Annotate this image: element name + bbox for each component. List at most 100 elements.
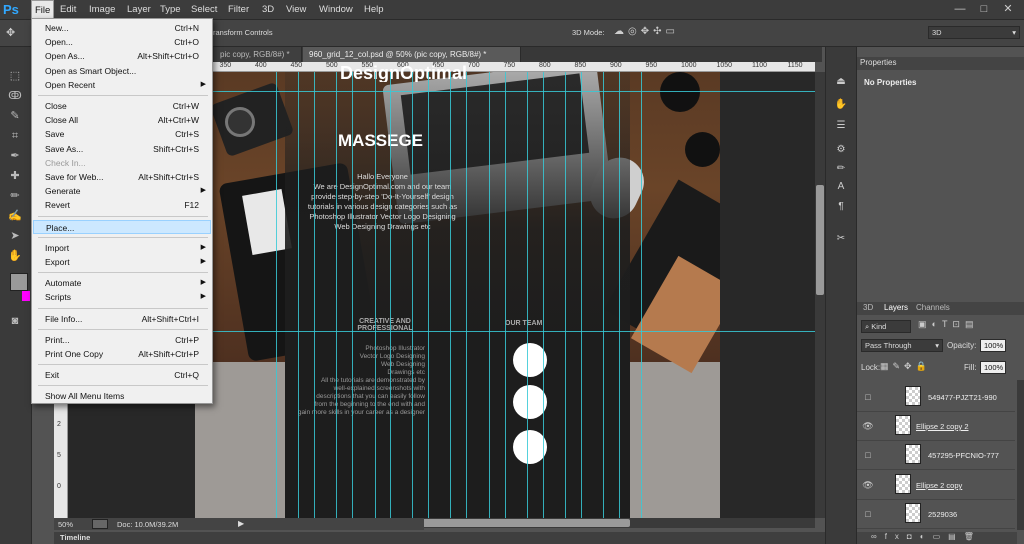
3d-mode-icons[interactable]: ☁◎✥✣▭ xyxy=(614,26,694,40)
maximize-button[interactable]: □ xyxy=(972,0,996,18)
paragraph-icon[interactable]: ¶ xyxy=(834,200,848,214)
menu-edit[interactable]: Edit xyxy=(57,0,79,20)
menu-3d[interactable]: 3D xyxy=(259,0,277,20)
properties-icon[interactable]: ⚙ xyxy=(834,143,848,157)
menu-item-print-one-copy[interactable]: Print One Copy Alt+Shift+Ctrl+P xyxy=(33,347,211,361)
menu-window[interactable]: Window xyxy=(316,0,356,20)
menu-item-show-all-menu-items[interactable]: Show All Menu Items xyxy=(33,389,211,403)
menu-item-exit[interactable]: Exit Ctrl+Q xyxy=(33,368,211,382)
menu-item-scripts[interactable]: Scripts ▶ xyxy=(33,290,211,304)
healing-brush-tool-icon[interactable]: ✚ xyxy=(7,168,23,184)
swatches-icon[interactable]: ✏ xyxy=(834,162,848,176)
grid-guide-line xyxy=(412,72,413,518)
layer-name[interactable]: 2529036 xyxy=(928,510,957,519)
tab-pic-copy[interactable]: pic copy, RGB/8#) * xyxy=(214,47,302,62)
workspace-select[interactable]: 3D ▾ xyxy=(928,26,1020,39)
lasso-tool-icon[interactable]: ↂ xyxy=(7,88,23,104)
vertical-scroll-thumb[interactable] xyxy=(816,185,824,295)
menu-item-check-in[interactable]: Check In... xyxy=(33,156,211,170)
menu-filter[interactable]: Filter xyxy=(225,0,252,20)
menu-item-close-all[interactable]: Close All Alt+Ctrl+W xyxy=(33,113,211,127)
opacity-field[interactable]: 100% xyxy=(980,339,1006,352)
menu-item-save[interactable]: Save Ctrl+S xyxy=(33,127,211,141)
layer-name[interactable]: Ellipse 2 copy xyxy=(916,481,962,490)
tools-preset-icon[interactable]: ✂ xyxy=(834,232,848,246)
eyedropper-tool-icon[interactable]: ✒ xyxy=(7,148,23,164)
status-menu-arrow-icon[interactable]: ▶ xyxy=(238,519,244,528)
layers-bottom-icons[interactable]: ∞fx◘◐▭▤🗑 xyxy=(857,532,1017,544)
menu-item-label: Open... xyxy=(45,37,73,48)
actions-icon[interactable]: ✋ xyxy=(834,98,848,112)
properties-tab[interactable]: Properties xyxy=(860,58,896,67)
horizontal-scroll-thumb[interactable] xyxy=(420,519,630,527)
character-icon[interactable]: A xyxy=(834,180,848,194)
layer-kind-filter[interactable]: ⌕ Kind xyxy=(861,320,911,333)
transform-controls-label[interactable]: ransform Controls xyxy=(213,28,273,37)
menu-item-export[interactable]: Export ▶ xyxy=(33,255,211,269)
history-icon[interactable]: ⏏ xyxy=(834,75,848,89)
quick-select-tool-icon[interactable]: ✎ xyxy=(7,108,23,124)
timeline-panel-tab[interactable]: Timeline xyxy=(54,532,834,544)
move-tool-icon[interactable]: ✥ xyxy=(6,26,20,40)
menu-item-file-info[interactable]: File Info... Alt+Shift+Ctrl+I xyxy=(33,312,211,326)
grid-guide-line xyxy=(543,72,544,518)
menu-item-save-as[interactable]: Save As... Shift+Ctrl+S xyxy=(33,142,211,156)
crop-tool-icon[interactable]: ⌗ xyxy=(7,128,23,144)
menu-item-generate[interactable]: Generate ▶ xyxy=(33,184,211,198)
visibility-toggle[interactable]: □ xyxy=(862,508,874,520)
foreground-color-swatch[interactable] xyxy=(10,273,28,291)
minimize-button[interactable]: — xyxy=(948,0,972,18)
layer-name[interactable]: 549477-PJZT21-990 xyxy=(928,393,997,402)
menu-item-label: Save for Web... xyxy=(45,172,104,182)
zoom-preview-icon[interactable] xyxy=(92,519,108,529)
tab-layers[interactable]: Layers xyxy=(884,303,908,312)
close-button[interactable]: ✕ xyxy=(996,0,1020,18)
menu-item-print[interactable]: Print... Ctrl+P xyxy=(33,333,211,347)
tab-960-grid[interactable]: 960_grid_12_col.psd @ 50% (pic copy, RGB… xyxy=(303,47,521,62)
pen-tool-icon[interactable]: ✍ xyxy=(7,208,23,224)
menu-type[interactable]: Type xyxy=(157,0,184,20)
ruler-tick-label: 500 xyxy=(326,62,338,69)
menu-view[interactable]: View xyxy=(283,0,309,20)
menu-item-save-for-web[interactable]: Save for Web... Alt+Shift+Ctrl+S xyxy=(33,170,211,184)
background-color-swatch[interactable] xyxy=(22,291,30,301)
menu-image[interactable]: Image xyxy=(86,0,118,20)
layer-name[interactable]: 457295-PFCNIO-777 xyxy=(928,451,999,460)
menu-item-open-as-smart-object[interactable]: Open as Smart Object... xyxy=(33,64,211,78)
fill-field[interactable]: 100% xyxy=(980,361,1006,374)
eye-visibility-icon[interactable]: 👁 xyxy=(862,479,874,491)
lock-icons[interactable]: ▦✎✥🔒 xyxy=(880,361,946,373)
layers-scrollbar[interactable] xyxy=(1017,380,1024,530)
menu-item-open-recent[interactable]: Open Recent ▶ xyxy=(33,78,211,92)
visibility-toggle[interactable]: □ xyxy=(862,391,874,403)
menu-item-automate[interactable]: Automate ▶ xyxy=(33,276,211,290)
menu-item-open-as[interactable]: Open As... Alt+Shift+Ctrl+O xyxy=(33,49,211,63)
menu-layer[interactable]: Layer xyxy=(124,0,154,20)
quick-mask-icon[interactable]: ◙ xyxy=(7,313,23,329)
menu-item-new[interactable]: New... Ctrl+N xyxy=(33,21,211,35)
hand-tool-icon[interactable]: ✋ xyxy=(7,248,23,264)
eye-visibility-icon[interactable]: 👁 xyxy=(862,420,874,432)
menu-help[interactable]: Help xyxy=(361,0,387,20)
menu-item-label: Scripts xyxy=(45,292,71,303)
menu-item-revert[interactable]: Revert F12 xyxy=(33,198,211,212)
brush-tool-icon[interactable]: ✏ xyxy=(7,188,23,204)
menu-item-place[interactable]: Place... xyxy=(33,219,211,234)
adjustments-icon[interactable]: ☰ xyxy=(834,119,848,133)
menu-item-label: Open As... xyxy=(45,51,85,62)
layer-filter-icons[interactable]: ▣◐T⊡▤ xyxy=(918,319,1018,333)
vertical-scrollbar[interactable] xyxy=(815,72,825,518)
marquee-tool-icon[interactable]: ⬚ xyxy=(7,68,23,84)
menu-select[interactable]: Select xyxy=(188,0,220,20)
menu-item-import[interactable]: Import ▶ xyxy=(33,241,211,255)
visibility-toggle[interactable]: □ xyxy=(862,449,874,461)
tab-3d[interactable]: 3D xyxy=(863,303,873,312)
menu-item-open[interactable]: Open... Ctrl+O xyxy=(33,35,211,49)
tab-channels[interactable]: Channels xyxy=(916,303,950,312)
menu-item-close[interactable]: Close Ctrl+W xyxy=(33,99,211,113)
path-select-tool-icon[interactable]: ➤ xyxy=(7,228,23,244)
blend-mode-select[interactable]: Pass Through ▾ xyxy=(861,339,943,352)
layer-name[interactable]: Ellipse 2 copy 2 xyxy=(916,422,969,431)
zoom-level[interactable]: 50% xyxy=(58,520,73,529)
menu-file[interactable]: File xyxy=(31,0,55,20)
